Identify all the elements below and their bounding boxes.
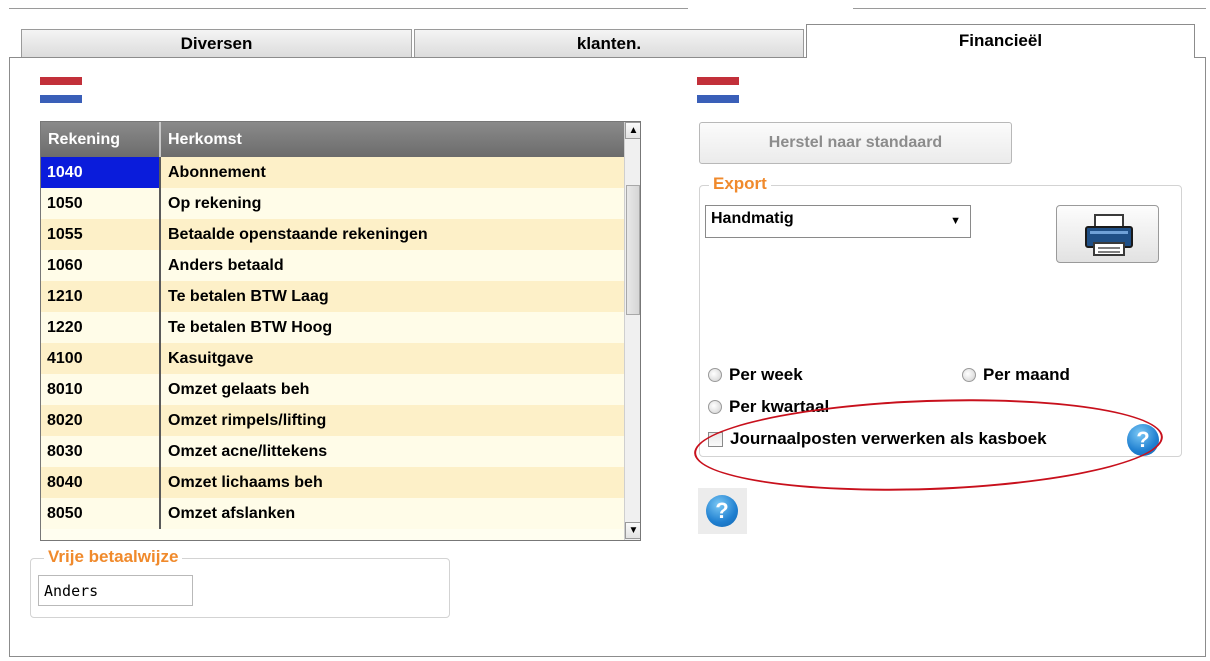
column-header-herkomst[interactable]: Herkomst <box>161 122 624 157</box>
rekening-cell[interactable]: 8010 <box>41 374 161 405</box>
herkomst-cell[interactable]: Te betalen BTW Laag <box>161 281 624 312</box>
herstel-naar-standaard-button[interactable]: Herstel naar standaard <box>699 122 1012 164</box>
rekening-cell[interactable]: 8050 <box>41 498 161 529</box>
table-row[interactable]: 1055 Betaalde openstaande rekeningen <box>41 219 624 250</box>
chevron-down-icon: ▼ <box>950 215 961 227</box>
scrollbar-thumb[interactable] <box>626 185 640 315</box>
table-row[interactable]: 8030 Omzet acne/littekens <box>41 436 624 467</box>
radio-per-week-label: Per week <box>729 365 803 384</box>
herkomst-cell[interactable]: Kasuitgave <box>161 343 624 374</box>
herkomst-cell[interactable]: Anders betaald <box>161 250 624 281</box>
table-body: 1040 Abonnement 1050 Op rekening 1055 Betaald… <box>41 157 624 529</box>
radio-per-maand-label: Per maand <box>983 365 1070 384</box>
printer-icon <box>1085 214 1133 256</box>
export-mode-select[interactable]: Handmatig ▼ <box>705 205 971 238</box>
radio-icon <box>708 368 722 382</box>
table-row[interactable]: 8050 Omzet afslanken <box>41 498 624 529</box>
tab-diversen[interactable]: Diversen <box>21 29 412 57</box>
rekening-cell[interactable]: 1050 <box>41 188 161 219</box>
tab-financieel[interactable]: Financieël <box>806 24 1195 58</box>
herkomst-cell[interactable]: Omzet rimpels/lifting <box>161 405 624 436</box>
accounts-table[interactable]: Rekening Herkomst 1040 Abonnement 1050 Op r… <box>40 121 641 541</box>
rekening-cell[interactable]: 1060 <box>41 250 161 281</box>
vrije-betaalwijze-input[interactable]: Anders <box>38 575 193 606</box>
export-legend: Export <box>709 174 771 194</box>
herkomst-cell[interactable]: Abonnement <box>161 157 624 188</box>
table-row[interactable]: 1050 Op rekening <box>41 188 624 219</box>
herkomst-cell[interactable]: Betaalde openstaande rekeningen <box>161 219 624 250</box>
herkomst-cell[interactable]: Omzet afslanken <box>161 498 624 529</box>
radio-per-kwartaal[interactable]: Per kwartaal <box>708 397 829 417</box>
checkbox-icon <box>708 431 723 447</box>
journaalposten-checkbox[interactable]: Journaalposten verwerken als kasboek <box>708 429 1047 449</box>
rekening-cell[interactable]: 4100 <box>41 343 161 374</box>
table-row[interactable]: 4100 Kasuitgave <box>41 343 624 374</box>
dutch-flag-icon[interactable] <box>697 77 739 105</box>
herkomst-cell[interactable]: Omzet gelaats beh <box>161 374 624 405</box>
print-button[interactable] <box>1056 205 1159 263</box>
herkomst-cell[interactable]: Op rekening <box>161 188 624 219</box>
table-row[interactable]: 8040 Omzet lichaams beh <box>41 467 624 498</box>
tab-klanten[interactable]: klanten. <box>414 29 804 57</box>
scroll-down-icon[interactable]: ▼ <box>625 522 640 539</box>
export-mode-value: Handmatig <box>711 210 794 227</box>
table-row[interactable]: 8010 Omzet gelaats beh <box>41 374 624 405</box>
radio-per-maand[interactable]: Per maand <box>962 365 1070 385</box>
radio-icon <box>962 368 976 382</box>
herkomst-cell[interactable]: Te betalen BTW Hoog <box>161 312 624 343</box>
radio-per-kwartaal-label: Per kwartaal <box>729 397 830 416</box>
rekening-cell[interactable]: 1210 <box>41 281 161 312</box>
table-row[interactable]: 1220 Te betalen BTW Hoog <box>41 312 624 343</box>
table-row[interactable]: 8020 Omzet rimpels/lifting <box>41 405 624 436</box>
column-header-rekening[interactable]: Rekening <box>41 122 161 157</box>
radio-icon <box>708 400 722 414</box>
journaalposten-label: Journaalposten verwerken als kasboek <box>730 429 1047 448</box>
table-header: Rekening Herkomst <box>41 122 624 157</box>
help-button[interactable]: ? <box>698 488 747 534</box>
vertical-scrollbar[interactable]: ▲ ▼ <box>624 122 640 540</box>
table-row[interactable]: 1060 Anders betaald <box>41 250 624 281</box>
rekening-cell[interactable]: 1055 <box>41 219 161 250</box>
rekening-cell[interactable]: 8020 <box>41 405 161 436</box>
rekening-cell[interactable]: 8030 <box>41 436 161 467</box>
panel-top-border <box>1195 57 1206 58</box>
help-icon[interactable]: ? <box>1127 424 1159 456</box>
table-row[interactable]: 1210 Te betalen BTW Laag <box>41 281 624 312</box>
herkomst-cell[interactable]: Omzet lichaams beh <box>161 467 624 498</box>
top-border-line <box>9 8 688 9</box>
table-row[interactable]: 1040 Abonnement <box>41 157 624 188</box>
radio-per-week[interactable]: Per week <box>708 365 803 385</box>
top-border-line <box>853 8 1206 9</box>
help-icon: ? <box>706 495 738 527</box>
herkomst-cell[interactable]: Omzet acne/littekens <box>161 436 624 467</box>
panel-top-border <box>9 57 806 58</box>
rekening-cell[interactable]: 8040 <box>41 467 161 498</box>
rekening-cell[interactable]: 1040 <box>41 157 161 188</box>
dutch-flag-icon[interactable] <box>40 77 82 105</box>
rekening-cell[interactable]: 1220 <box>41 312 161 343</box>
vrije-betaalwijze-legend: Vrije betaalwijze <box>44 547 183 567</box>
scroll-up-icon[interactable]: ▲ <box>625 122 640 139</box>
